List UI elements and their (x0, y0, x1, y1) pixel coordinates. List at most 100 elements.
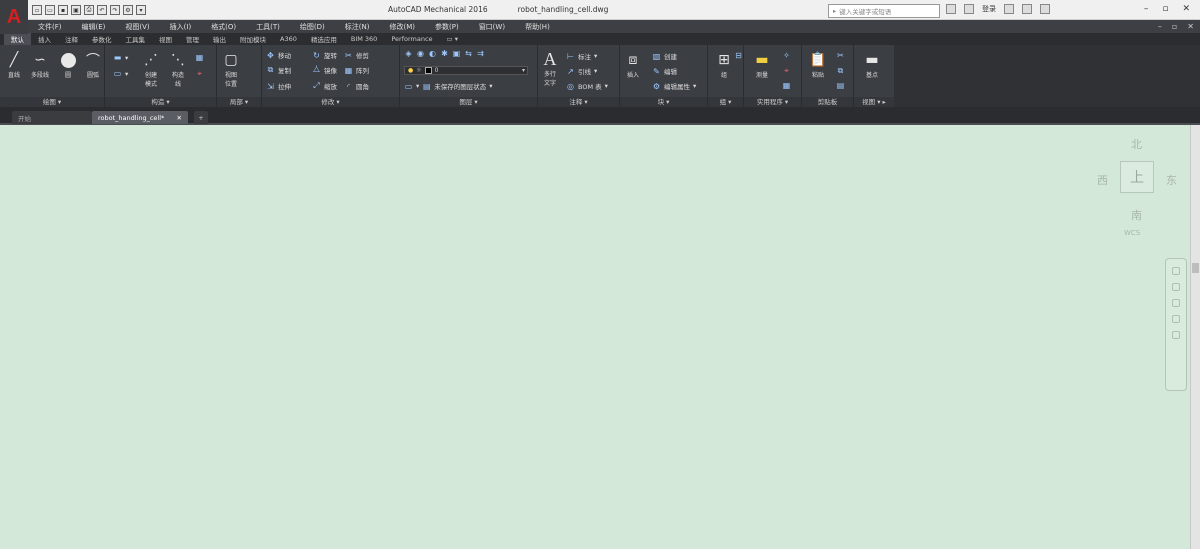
tab-manage[interactable]: 管理 (179, 33, 206, 45)
utilities-side-1[interactable]: ✧ (782, 51, 791, 60)
insert-block-tool[interactable]: ⧈ 插入 (623, 50, 643, 79)
tab-output[interactable]: 输出 (206, 33, 233, 45)
fillet-tool[interactable]: ◜ 圆角 (344, 81, 369, 92)
panel-draw-label[interactable]: 绘图 ▾ (0, 97, 104, 107)
measure-tool[interactable]: ▬ 测量 (752, 50, 772, 79)
layer-walk-icon[interactable]: ⇉ (476, 49, 485, 58)
tab-parametric[interactable]: 参数化 (85, 33, 119, 45)
tab-bim360[interactable]: BIM 360 (344, 33, 384, 45)
construct-row-1[interactable]: ▬ ▾ (113, 53, 129, 62)
panel-utilities-label[interactable]: 实用程序 ▾ (744, 97, 801, 107)
menu-parametric[interactable]: 参数(P) (425, 22, 469, 32)
tab-close-icon[interactable]: ✕ (177, 114, 182, 122)
save-as-icon[interactable]: ▣ (71, 5, 81, 15)
trim-tool[interactable]: ✂ 修剪 (344, 50, 369, 61)
doc-minimize-icon[interactable]: – (1158, 22, 1162, 31)
panel-annotation-label[interactable]: 注释 ▾ (538, 97, 619, 107)
layer-match-icon[interactable]: ⇆ (464, 49, 473, 58)
viewcube-west[interactable]: 西 (1097, 172, 1108, 188)
connect-icon[interactable] (1022, 4, 1032, 14)
pan-icon[interactable] (1172, 283, 1180, 291)
menu-edit[interactable]: 编辑(E) (72, 22, 116, 32)
plot-icon[interactable]: ⎙ (84, 5, 94, 15)
tab-a360[interactable]: A360 (273, 33, 304, 45)
base-view-tool[interactable]: ▬ 基点 (862, 50, 882, 79)
vertical-scrollbar[interactable] (1190, 125, 1200, 549)
new-tab-button[interactable]: + (194, 111, 208, 124)
doc-close-icon[interactable]: ✕ (1187, 22, 1194, 31)
panel-groups-label[interactable]: 组 ▾ (708, 97, 743, 107)
tab-annotate[interactable]: 注释 (58, 33, 85, 45)
construct-row-2[interactable]: ▭ ▾ (113, 69, 129, 78)
workspace-icon[interactable]: ⚙ (123, 5, 133, 15)
construct-side-1[interactable]: ▦ (195, 53, 204, 62)
tab-default[interactable]: 默认 (4, 33, 31, 45)
polyline-tool[interactable]: ∽ 多段线 (30, 50, 50, 79)
tab-toolsets[interactable]: 工具集 (119, 33, 153, 45)
binoculars-icon[interactable] (946, 4, 956, 14)
save-icon[interactable]: ▪ (58, 5, 68, 15)
paste-tool[interactable]: 📋 粘贴 (808, 50, 828, 79)
bom-tool[interactable]: ◎ BOM 表 ▾ (566, 81, 608, 92)
menu-window[interactable]: 窗口(W) (469, 22, 515, 32)
orbit-icon[interactable] (1172, 315, 1180, 323)
view-position-tool[interactable]: ▢ 视图 位置 (221, 50, 241, 88)
exchange-icon[interactable] (1004, 4, 1014, 14)
layer-dropdown[interactable]: ● ☼ 0 ▾ (404, 66, 528, 75)
clip-cut[interactable]: ✂ (836, 51, 845, 60)
layer-off-icon[interactable]: ◉ (416, 49, 425, 58)
undo-icon[interactable]: ↶ (97, 5, 107, 15)
scrollbar-thumb[interactable] (1192, 263, 1199, 273)
create-mode-tool[interactable]: ⋰ 创建 模式 (141, 50, 161, 88)
menu-file[interactable]: 文件(F) (28, 22, 72, 32)
clip-copy[interactable]: ⧉ (836, 66, 845, 75)
move-tool[interactable]: ✥ 移动 (266, 50, 291, 61)
zoom-icon[interactable] (1172, 299, 1180, 307)
layer-lock-icon[interactable]: ▣ (452, 49, 461, 58)
help-icon[interactable] (1040, 4, 1050, 14)
tab-start[interactable]: 开始 (12, 111, 92, 124)
leader-tool[interactable]: ↗ 引线 ▾ (566, 66, 597, 77)
doc-restore-icon[interactable]: ▫ (1172, 22, 1177, 31)
minimize-icon[interactable]: – (1144, 4, 1149, 14)
menu-modify[interactable]: 修改(M) (379, 22, 425, 32)
tab-featured-apps[interactable]: 精选应用 (304, 33, 344, 45)
edit-block-tool[interactable]: ✎ 编辑 (652, 66, 677, 77)
application-menu-button[interactable]: A (0, 0, 28, 34)
menu-format[interactable]: 格式(O) (201, 22, 246, 32)
menu-help[interactable]: 帮助(H) (515, 22, 560, 32)
panel-modify-label[interactable]: 修改 ▾ (262, 97, 399, 107)
menu-insert[interactable]: 插入(I) (160, 22, 202, 32)
viewcube-wcs[interactable]: WCS (1124, 229, 1140, 237)
panel-construct-label[interactable]: 构造 ▾ (105, 97, 216, 107)
showmotion-icon[interactable] (1172, 331, 1180, 339)
layer-isolate-icon[interactable]: ◐ (428, 49, 437, 58)
tab-insert[interactable]: 插入 (31, 33, 58, 45)
menu-view[interactable]: 视图(V) (115, 22, 159, 32)
layer-state-row[interactable]: ▭ ▾ ▤ 未保存的图层状态 ▾ (404, 81, 493, 92)
redo-icon[interactable]: ↷ (110, 5, 120, 15)
copy-tool[interactable]: ⧉ 复制 (266, 65, 291, 75)
panel-layers-label[interactable]: 图层 ▾ (400, 97, 537, 107)
panel-view-label[interactable]: 视图 ▾ ▸ (854, 97, 894, 107)
user-icon[interactable] (964, 4, 974, 14)
layer-freeze-icon[interactable]: ✱ (440, 49, 449, 58)
dimension-tool[interactable]: ⊢ 标注 ▾ (566, 51, 597, 62)
edit-attr-tool[interactable]: ⚙ 编辑属性 ▾ (652, 81, 696, 92)
panel-detail-label[interactable]: 局部 ▾ (217, 97, 261, 107)
drawing-canvas[interactable] (0, 125, 1190, 549)
menu-tools[interactable]: 工具(T) (246, 22, 290, 32)
group-side[interactable]: ⊟ (734, 51, 743, 60)
open-icon[interactable]: ▭ (45, 5, 55, 15)
viewcube-face[interactable]: 上 (1120, 161, 1154, 193)
tab-view[interactable]: 视图 (152, 33, 179, 45)
circle-tool[interactable]: 圆 (58, 50, 78, 79)
signin-link[interactable]: 登录 (982, 4, 996, 14)
tab-addins[interactable]: 附加模块 (233, 33, 273, 45)
utilities-side-3[interactable]: ▦ (782, 81, 791, 90)
stretch-tool[interactable]: ⇲ 拉伸 (266, 81, 291, 92)
maximize-icon[interactable]: ▫ (1162, 4, 1168, 14)
menu-dimension[interactable]: 标注(N) (335, 22, 380, 32)
new-icon[interactable]: ▫ (32, 5, 42, 15)
create-block-tool[interactable]: ▧ 创建 (652, 51, 677, 62)
